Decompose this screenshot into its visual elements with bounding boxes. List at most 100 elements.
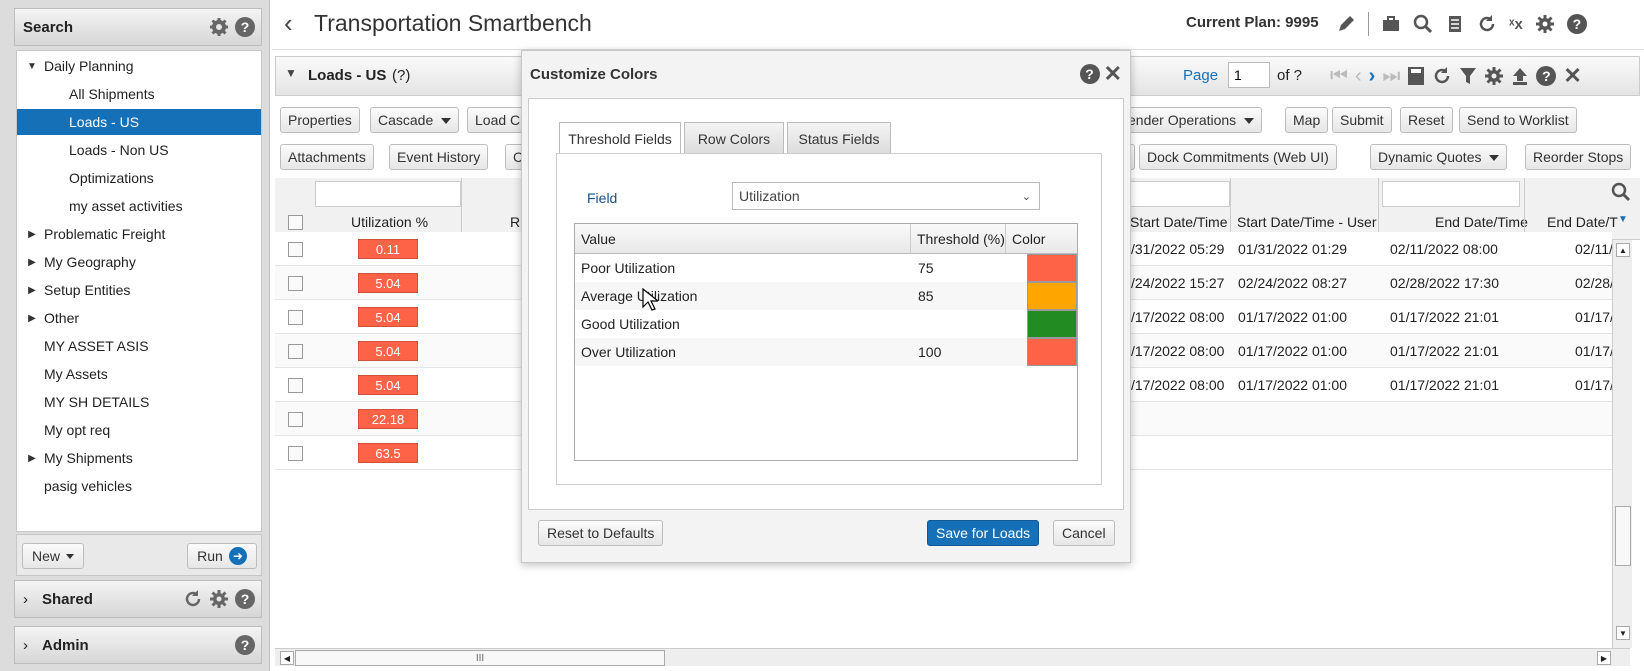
refresh-icon[interactable] <box>1432 66 1452 86</box>
admin-panel-header[interactable]: › Admin ? <box>14 626 262 664</box>
save-for-loads-button[interactable]: Save for Loads <box>927 520 1040 546</box>
r-column-header[interactable]: R <box>510 214 520 230</box>
tree-item[interactable]: Loads - Non US <box>17 137 261 163</box>
collapsed-arrow-icon[interactable]: ▶ <box>25 313 39 324</box>
collapse-icon[interactable]: ▼ <box>285 66 297 80</box>
threshold-row[interactable]: Good Utilization <box>575 310 1077 338</box>
dynamic-quotes-button[interactable]: Dynamic Quotes <box>1370 144 1508 170</box>
tree-item[interactable]: My opt req <box>17 417 261 443</box>
expanded-arrow-icon[interactable]: ▼ <box>25 61 39 72</box>
calculator-icon[interactable] <box>1407 66 1425 86</box>
reset-to-defaults-button[interactable]: Reset to Defaults <box>538 520 664 546</box>
threshold-percent-cell[interactable]: 75 <box>918 254 934 282</box>
gear-icon[interactable] <box>1535 14 1555 34</box>
tree-item[interactable]: Optimizations <box>17 165 261 191</box>
gear-icon[interactable] <box>209 17 229 37</box>
gear-icon[interactable] <box>1484 66 1504 86</box>
horizontal-scroll-thumb[interactable]: III <box>295 650 665 666</box>
tree-item[interactable]: My Assets <box>17 361 261 387</box>
tree-item[interactable]: my asset activities <box>17 193 261 219</box>
send-to-worklist-button[interactable]: Send to Worklist <box>1459 107 1577 133</box>
reset-button[interactable]: Reset <box>1400 107 1453 133</box>
pencil-icon[interactable] <box>1336 14 1356 34</box>
row-checkbox[interactable] <box>288 412 303 427</box>
color-swatch[interactable] <box>1027 338 1077 366</box>
map-button[interactable]: Map <box>1285 107 1329 133</box>
select-all-checkbox[interactable] <box>288 215 303 230</box>
tree-item[interactable]: ▶ Other <box>17 305 261 331</box>
next-page-icon[interactable]: › <box>1369 65 1376 88</box>
filter-icon[interactable] <box>1459 66 1477 86</box>
start-filter-input[interactable] <box>1130 181 1230 207</box>
row-checkbox[interactable] <box>288 276 303 291</box>
vertical-scrollbar[interactable]: ▲ ▼ <box>1612 240 1632 648</box>
end-filter-input[interactable] <box>1382 181 1520 207</box>
event-history-button[interactable]: Event History <box>389 144 489 170</box>
tree-item[interactable]: pasig vehicles <box>17 473 261 499</box>
last-page-icon[interactable]: ⏭ <box>1382 65 1400 88</box>
row-checkbox[interactable] <box>288 378 303 393</box>
tree-item[interactable]: ▼ Daily Planning <box>17 53 261 79</box>
row-checkbox[interactable] <box>288 446 303 461</box>
search-panel-header[interactable]: Search ? <box>14 8 262 46</box>
tab-status-fields[interactable]: Status Fields <box>787 122 891 154</box>
first-page-icon[interactable]: ⏮ <box>1330 65 1348 88</box>
tree-item[interactable]: ▶ Problematic Freight <box>17 221 261 247</box>
clear-format-icon[interactable]: ˣx <box>1509 16 1523 33</box>
search-icon[interactable] <box>1611 182 1631 202</box>
row-checkbox[interactable] <box>288 310 303 325</box>
tree-item[interactable]: Loads - US <box>17 109 261 135</box>
threshold-row[interactable]: Over Utilization 100 <box>575 338 1077 366</box>
color-swatch[interactable] <box>1027 310 1077 338</box>
tree-item[interactable]: ▶ Setup Entities <box>17 277 261 303</box>
vertical-scroll-thumb[interactable] <box>1615 506 1631 566</box>
field-select[interactable]: Utilization ⌄ <box>732 182 1040 210</box>
start-user-column-header[interactable]: Start Date/Time - User <box>1237 214 1377 230</box>
utilization-filter-input[interactable] <box>315 181 461 207</box>
threshold-row[interactable]: Poor Utilization 75 <box>575 254 1077 282</box>
scroll-right-icon[interactable]: ▶ <box>1597 651 1611 665</box>
prev-page-icon[interactable]: ‹ <box>1355 65 1362 88</box>
page-number-input[interactable] <box>1228 62 1270 88</box>
load-c-button[interactable]: Load C <box>467 107 527 133</box>
help-icon[interactable]: ? <box>1566 14 1587 34</box>
properties-button[interactable]: Properties <box>280 107 360 133</box>
collapsed-arrow-icon[interactable]: ▶ <box>25 285 39 296</box>
new-button[interactable]: New <box>22 543 84 569</box>
help-icon[interactable]: ? <box>235 589 255 609</box>
color-swatch[interactable] <box>1027 254 1077 282</box>
end-user-column-header[interactable]: End Date/T <box>1547 214 1618 230</box>
help-icon[interactable]: ? <box>235 635 255 655</box>
help-icon[interactable]: ? <box>1079 64 1100 84</box>
threshold-percent-cell[interactable]: 85 <box>918 282 934 310</box>
refresh-icon[interactable] <box>183 589 203 609</box>
tab-threshold-fields[interactable]: Threshold Fields <box>559 122 681 155</box>
tab-row-colors[interactable]: Row Colors <box>684 122 784 154</box>
document-icon[interactable] <box>1445 14 1465 34</box>
shared-panel-header[interactable]: › Shared ? <box>14 580 262 618</box>
tree-item[interactable]: ▶ My Geography <box>17 249 261 275</box>
end-column-header[interactable]: End Date/Time <box>1435 214 1528 230</box>
tree-item[interactable]: MY SH DETAILS <box>17 389 261 415</box>
help-icon[interactable]: ? <box>235 17 255 37</box>
tree-item[interactable]: ▶ My Shipments <box>17 445 261 471</box>
help-icon[interactable]: ? <box>1536 66 1557 86</box>
close-icon[interactable]: ✕ <box>1563 63 1581 89</box>
cascade-button[interactable]: Cascade <box>370 107 460 133</box>
scroll-down-icon[interactable]: ▼ <box>1616 626 1630 640</box>
gear-icon[interactable] <box>209 589 229 609</box>
collapsed-arrow-icon[interactable]: ▶ <box>25 257 39 268</box>
submit-button[interactable]: Submit <box>1332 107 1392 133</box>
close-icon[interactable]: ✕ <box>1104 61 1122 87</box>
start-column-header[interactable]: Start Date/Time <box>1130 214 1228 230</box>
tender-operations-button[interactable]: ender Operations <box>1120 107 1263 133</box>
upload-icon[interactable] <box>1511 66 1529 86</box>
refresh-icon[interactable] <box>1477 14 1497 34</box>
tree-item[interactable]: All Shipments <box>17 81 261 107</box>
collapsed-arrow-icon[interactable]: ▶ <box>25 229 39 240</box>
column-menu-icon[interactable]: ▼ <box>1618 214 1628 225</box>
dock-commitments-button[interactable]: Dock Commitments (Web UI) <box>1139 144 1337 170</box>
horizontal-scrollbar[interactable]: ◀ III ▶ <box>275 648 1630 666</box>
row-checkbox[interactable] <box>288 242 303 257</box>
threshold-percent-cell[interactable]: 100 <box>918 338 941 366</box>
